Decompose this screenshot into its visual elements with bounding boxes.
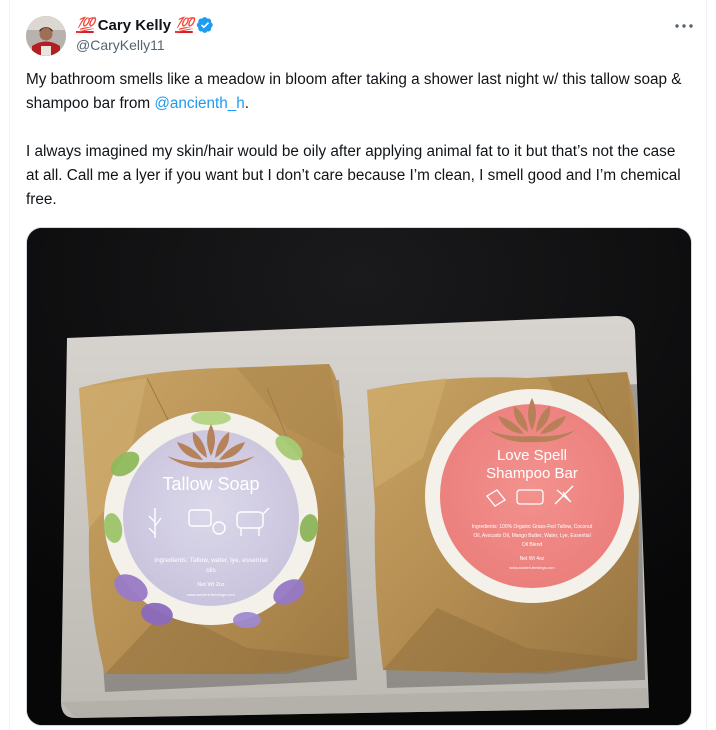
shampoo-ingredients-1: Ingredients: 100% Organic Grass-Fed Tall… [472, 524, 593, 530]
shampoo-ingredients-3: Oil Blend [522, 542, 543, 548]
more-horizontal-icon[interactable] [673, 16, 695, 36]
verified-badge-icon[interactable] [196, 16, 214, 34]
name-row: 💯 Cary Kelly 💯 [76, 15, 214, 35]
tallow-ingredients-2: oils [206, 567, 217, 574]
tweet-paragraph-1: My bathroom smells like a meadow in bloo… [26, 68, 686, 116]
tweet-paragraph-2: I always imagined my skin/hair would be … [26, 143, 681, 208]
tallow-website: www.ancient-feedings.com [187, 592, 235, 597]
user-handle[interactable]: @CaryKelly11 [76, 37, 214, 53]
tallow-soap-label: Tallow Soap Ingredients: Tallow, water, … [103, 411, 319, 628]
tallow-soap-title: Tallow Soap [162, 474, 259, 494]
love-spell-title: Love Spell [497, 447, 567, 464]
display-name[interactable]: Cary Kelly [98, 17, 171, 34]
shampoo-ingredients-2: Oil, Avocado Oil, Mango Butter, Water, L… [473, 533, 590, 539]
hundred-emoji-left: 💯 [76, 17, 95, 34]
tweet-text-part: My bathroom smells like a meadow in bloo… [26, 71, 682, 112]
tweet-text: My bathroom smells like a meadow in bloo… [26, 68, 686, 212]
tallow-net-weight: Net Wt 2oz [197, 582, 224, 588]
shampoo-bar-title: Shampoo Bar [486, 465, 578, 482]
mention-link[interactable]: @ancienth_h [154, 95, 244, 112]
shampoo-bar-label: Love Spell Shampoo Bar Ingredients: 100%… [425, 389, 639, 603]
tweet-photo[interactable]: Tallow Soap Ingredients: Tallow, water, … [26, 227, 692, 726]
shampoo-website: www.ancient-feedings.com [509, 566, 554, 570]
right-border [706, 0, 707, 730]
avatar[interactable] [26, 16, 66, 56]
shampoo-net-weight: Net Wt 4oz [520, 556, 545, 562]
left-border [9, 0, 10, 730]
tweet-text-part: . [244, 95, 250, 112]
tallow-ingredients-1: Ingredients: Tallow, water, lye, essenti… [154, 557, 268, 564]
tweet-header: 💯 Cary Kelly 💯 @CaryKelly11 [76, 15, 214, 53]
photo-illustration: Tallow Soap Ingredients: Tallow, water, … [27, 228, 691, 725]
hundred-emoji-right: 💯 [175, 17, 194, 34]
